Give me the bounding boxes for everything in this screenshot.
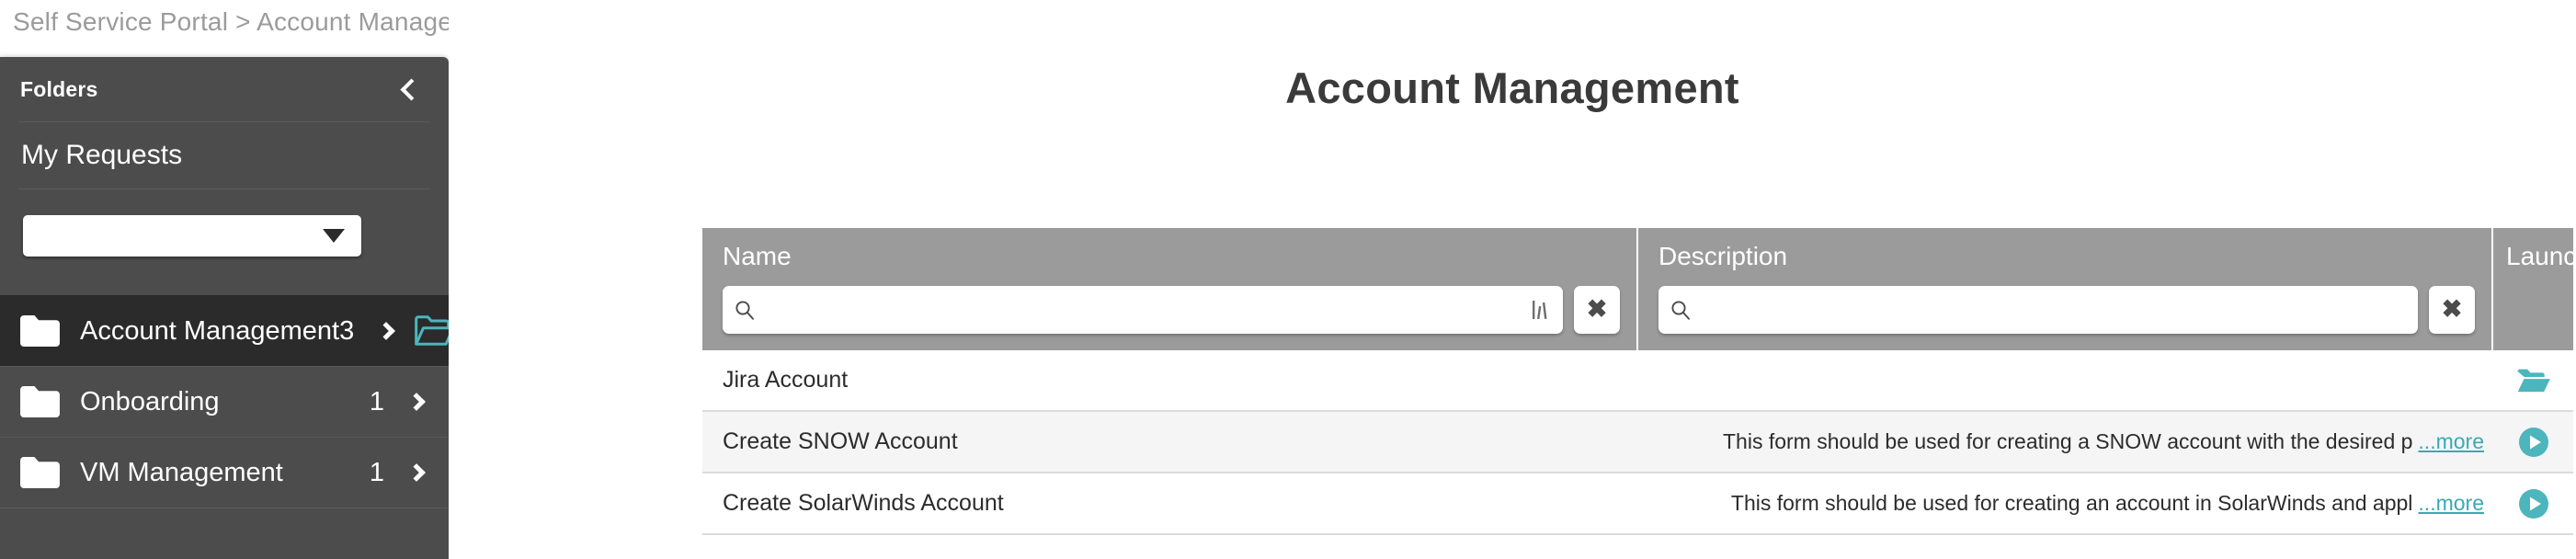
- table-row[interactable]: Create SNOW Account This form should be …: [702, 412, 2573, 473]
- main-content: Account Management Name ✖ Description ✖ …: [449, 0, 2576, 559]
- app-root: Self Service Portal > Account Management…: [0, 0, 2576, 559]
- chevron-right-icon[interactable]: [407, 463, 426, 482]
- chevron-down-icon: [323, 229, 345, 243]
- services-table: Name ✖ Description ✖ Launc Jira Account …: [702, 228, 2576, 535]
- folder-icon: [20, 386, 60, 417]
- description-more-link[interactable]: ...more: [2418, 429, 2484, 453]
- name-filter-row: ✖: [723, 285, 1620, 334]
- chevron-right-icon[interactable]: [407, 393, 426, 411]
- table-header-cell-description: Description ✖: [1638, 228, 2493, 350]
- column-label-launch: Launch: [2506, 242, 2576, 270]
- table-row[interactable]: Jira Account: [702, 350, 2573, 412]
- chevron-left-icon: [399, 77, 423, 101]
- description-search-box[interactable]: [1658, 285, 2418, 334]
- cell-name: Jira Account: [723, 367, 849, 393]
- folders-sidebar: Folders My Requests Account Management 3…: [0, 57, 449, 559]
- sidebar-item-account-management[interactable]: Account Management 3: [0, 295, 449, 366]
- column-label-description: Description: [1658, 242, 1788, 270]
- table-header: Name ✖ Description ✖ Launc: [702, 228, 2576, 350]
- cell-name: Create SNOW Account: [723, 428, 958, 454]
- folder-icon: [20, 457, 60, 488]
- close-icon: ✖: [2441, 295, 2463, 324]
- name-search-input[interactable]: [756, 297, 1530, 323]
- folder-label: VM Management: [80, 457, 283, 487]
- folder-select[interactable]: [23, 215, 361, 257]
- page-title: Account Management: [1285, 63, 1739, 112]
- description-text: This form should be used for creating a …: [1723, 429, 2413, 453]
- breadcrumb[interactable]: Self Service Portal > Account Management: [13, 7, 510, 37]
- cell-launch: [2493, 364, 2573, 397]
- sidebar-item-vm-management[interactable]: VM Management 1: [0, 437, 449, 508]
- table-header-cell-launch: Launch: [2493, 228, 2576, 350]
- folder-count: 1: [369, 386, 384, 416]
- close-icon: ✖: [1586, 295, 1608, 324]
- play-circle-icon[interactable]: [2516, 426, 2551, 459]
- sidebar-item-onboarding[interactable]: Onboarding 1: [0, 366, 449, 437]
- folder-label: Onboarding: [80, 386, 220, 416]
- column-label-name: Name: [723, 242, 792, 270]
- table-row[interactable]: Create SolarWinds Account This form shou…: [702, 473, 2573, 535]
- open-folder-icon[interactable]: [2516, 364, 2551, 397]
- description-text: This form should be used for creating an…: [1730, 491, 2413, 515]
- description-more-link[interactable]: ...more: [2418, 491, 2484, 515]
- open-folder-icon[interactable]: [415, 315, 449, 347]
- cell-description: This form should be used for creating a …: [1638, 429, 2493, 454]
- search-icon: [735, 301, 754, 320]
- folder-list: Account Management 3 Onboarding 1 VM Man…: [0, 295, 449, 508]
- chevron-right-icon[interactable]: [377, 322, 396, 340]
- cell-launch: [2493, 426, 2573, 459]
- name-search-box[interactable]: [723, 285, 1563, 334]
- description-search-input[interactable]: [1692, 297, 2409, 323]
- sidebar-title: Folders: [20, 76, 98, 101]
- name-filter-clear-button[interactable]: ✖: [1574, 285, 1620, 334]
- cell-name: Create SolarWinds Account: [723, 490, 1004, 516]
- folder-label: Account Management: [80, 315, 340, 346]
- folder-select-wrapper: [0, 189, 449, 284]
- folder-count: 3: [339, 315, 355, 346]
- play-circle-icon[interactable]: [2516, 487, 2551, 520]
- sidebar-collapse-button[interactable]: [392, 71, 425, 108]
- sidebar-header: Folders: [0, 57, 449, 121]
- description-filter-row: ✖: [1658, 285, 2475, 334]
- sidebar-item-my-requests[interactable]: My Requests: [0, 122, 449, 188]
- sort-bars-icon[interactable]: [1530, 298, 1550, 322]
- search-icon: [1671, 301, 1690, 320]
- folder-count: 1: [369, 457, 384, 487]
- folder-icon: [20, 315, 60, 347]
- cell-description: This form should be used for creating an…: [1638, 491, 2493, 516]
- description-filter-clear-button[interactable]: ✖: [2429, 285, 2475, 334]
- my-requests-label: My Requests: [21, 140, 183, 170]
- cell-launch: [2493, 487, 2573, 520]
- table-header-cell-name: Name ✖: [702, 228, 1638, 350]
